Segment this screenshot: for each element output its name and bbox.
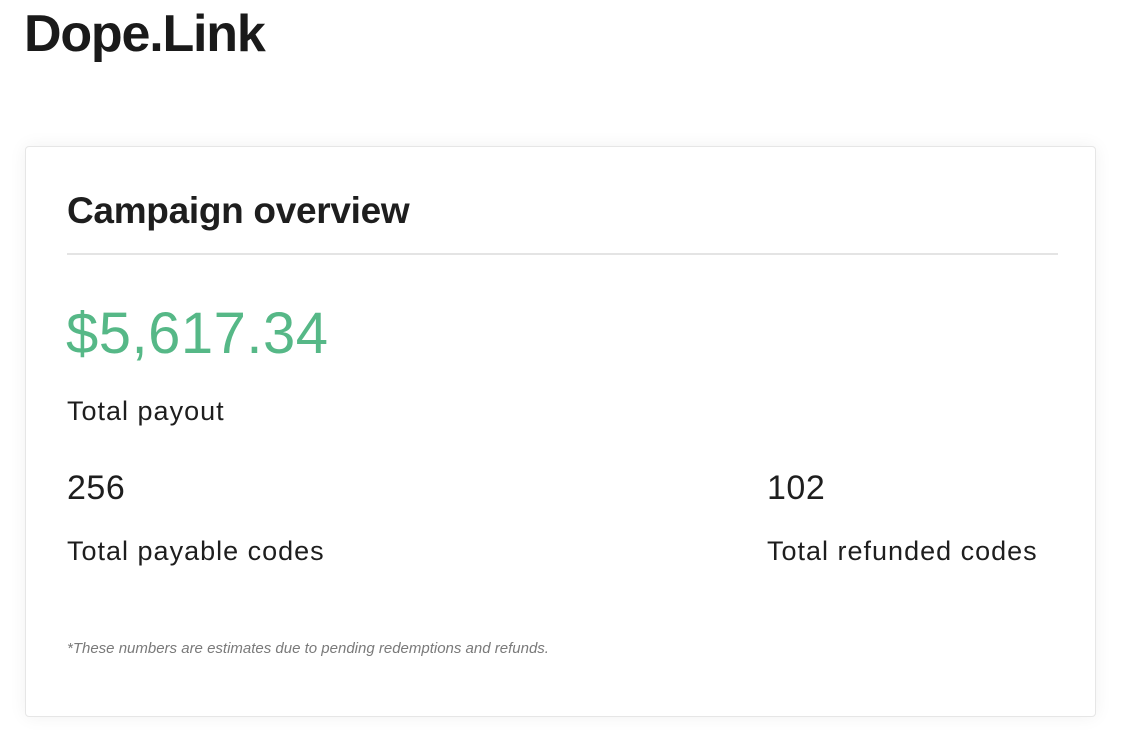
page: Dope.Link Campaign overview $5,617.34 To… [0, 0, 1122, 750]
card-title: Campaign overview [67, 190, 410, 231]
total-payable-codes-value: 256 [67, 469, 126, 507]
total-payable-codes-label: Total payable codes [67, 536, 325, 566]
total-payout-value: $5,617.34 [66, 301, 329, 366]
total-payout-label: Total payout [67, 396, 225, 426]
total-refunded-codes-label: Total refunded codes [767, 536, 1038, 566]
total-refunded-codes-value: 102 [767, 469, 826, 507]
title-divider [67, 253, 1058, 255]
estimate-footnote: *These numbers are estimates due to pend… [67, 640, 549, 657]
campaign-overview-card: Campaign overview $5,617.34 Total payout… [25, 146, 1096, 717]
brand-logo[interactable]: Dope.Link [24, 2, 266, 66]
